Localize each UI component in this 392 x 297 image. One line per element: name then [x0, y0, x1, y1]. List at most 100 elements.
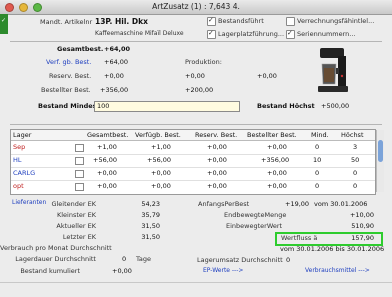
lagerumsatz-label: Lagerumsatz Durchschnitt	[197, 256, 283, 264]
row-lager: HL	[13, 156, 22, 164]
ep-werte-link[interactable]: EP-Werte --->	[203, 267, 243, 274]
bestand-mindest-label: Bestand Mindest	[38, 102, 100, 110]
row-gesamt: +1,00	[97, 143, 117, 151]
row-checkbox[interactable]	[75, 183, 84, 191]
bestellt-value: +356,00	[100, 86, 129, 94]
lagerumsatz-value: 0	[286, 256, 291, 264]
gesamtbestand-label: Gesamtbest.	[57, 45, 104, 53]
bestand-mindest-input[interactable]: 100	[94, 101, 240, 112]
row-lager: Sep	[13, 143, 26, 151]
row-reserv: +0,00	[207, 143, 227, 151]
reserviert-value: +0,00	[104, 72, 124, 80]
bestandsgefuhrt-label: Bestandsführt	[218, 17, 264, 25]
row-bestellt: +0,00	[267, 182, 287, 190]
table-scrollbar[interactable]	[376, 130, 384, 192]
row-reserv: +0,00	[207, 156, 227, 164]
row-hochst: 0	[353, 169, 358, 177]
row-bestellt: +0,00	[267, 169, 287, 177]
scrollbar-thumb[interactable]	[378, 140, 383, 162]
letzter-ek-label: Letzter EK	[62, 233, 96, 241]
bestand-hochst-value: +500,00	[321, 102, 350, 110]
bestandsgefuhrt-checkbox[interactable]	[207, 16, 216, 26]
row-verfugb: +56,00	[147, 156, 172, 164]
lager-table: Lager Gesamtbest. Verfügb. Best. Reserv.…	[10, 129, 376, 195]
lagerplatz-checkbox[interactable]	[207, 29, 216, 39]
seriennummern-label: Seriennummern...	[297, 30, 356, 38]
verrechnung-checkbox[interactable]	[286, 17, 295, 26]
row-verfugb: +0,00	[151, 182, 171, 190]
lagerdauer-label: Lagerdauer Durchschnitt	[15, 255, 96, 263]
bestellt-label: Bestellter Best.	[41, 86, 91, 94]
col-header-lager[interactable]: Lager	[13, 131, 31, 139]
verbrauch-label: Verbrauch pro Monat Durchschnitt	[0, 244, 112, 252]
app-window: ArtZusatz (1) : 7,643 4. Mandt. Artikeln…	[0, 0, 392, 297]
footer-divider	[0, 282, 392, 283]
row-mind: 0	[315, 182, 320, 190]
reserviert-produktion-value: +0,00	[185, 72, 205, 80]
endbewegte-menge-value: +10,00	[349, 211, 374, 219]
row-mind: 0	[315, 169, 320, 177]
anfangsbestand-date: vom 30.01.2006	[314, 200, 368, 208]
row-reserv: +0,00	[207, 182, 227, 190]
kleinster-ek-value: 35,79	[141, 211, 160, 219]
lagerdauer-unit: Tage	[136, 255, 152, 263]
bestellt-produktion-value: +200,00	[185, 86, 214, 94]
row-bestellt: +0,00	[267, 143, 287, 151]
wertfluss-value: 157,90	[351, 234, 374, 242]
product-image	[318, 48, 348, 92]
row-checkbox[interactable]	[75, 144, 84, 152]
col-header-bestellt[interactable]: Bestellter Best.	[247, 131, 297, 139]
row-lager: opt	[13, 182, 24, 190]
wertfluss-label: Wertfluss ä	[281, 234, 318, 242]
verrechnung-label: Verrechnungsfähintlel...	[297, 17, 375, 25]
letzter-ek-value: 31,50	[141, 233, 160, 241]
table-header: Lager Gesamtbest. Verfügb. Best. Reserv.…	[11, 130, 375, 141]
seriennummern-checkbox[interactable]	[286, 29, 295, 39]
col-header-verfugb[interactable]: Verfügb. Best.	[135, 131, 181, 139]
row-gesamt: +0,00	[97, 182, 117, 190]
anfangsbestand-label: AnfangsPerBest	[198, 200, 250, 208]
row-lager: CARLG	[13, 169, 36, 177]
reserviert-extra-value: +0,00	[257, 72, 277, 80]
table-row[interactable]: HL +56,00 +56,00 +0,00 +356,00 10 50	[11, 154, 375, 168]
verbrauchsmittel-link[interactable]: Verbrauchsmittel --->	[305, 267, 370, 274]
col-header-mind[interactable]: Mind.	[311, 131, 329, 139]
aktueller-ek-label: Aktueller EK	[56, 222, 96, 230]
article-number-value: 13P. Hil. Dkx	[95, 17, 148, 26]
row-reserv: +0,00	[207, 169, 227, 177]
col-header-gesamt[interactable]: Gesamtbest.	[87, 131, 128, 139]
bestand-kumuliert-label: Bestand kumuliert	[20, 267, 80, 275]
gesamtbestand-value: +64,00	[104, 45, 131, 53]
row-gesamt: +0,00	[97, 169, 117, 177]
einbewegter-wert-label: EinbewegterWert	[226, 222, 283, 230]
row-checkbox[interactable]	[75, 157, 84, 165]
article-number-label: Mandt. Artikelnr	[40, 18, 93, 26]
col-header-reserv[interactable]: Reserv. Best.	[195, 131, 237, 139]
row-hochst: 0	[353, 182, 358, 190]
bestand-kumuliert-value: +0,00	[112, 267, 132, 275]
row-mind: 0	[315, 143, 320, 151]
stock-divider	[10, 124, 382, 125]
row-bestellt: +356,00	[261, 156, 290, 164]
row-hochst: 50	[351, 156, 360, 164]
lagerdauer-value: 0	[122, 255, 127, 263]
table-row[interactable]: opt +0,00 +0,00 +0,00 +0,00 0 0	[11, 180, 375, 193]
table-row[interactable]: CARLG +0,00 +0,00 +0,00 +0,00 0 0	[11, 167, 375, 181]
title-bar: ArtZusatz (1) : 7,643 4.	[0, 0, 392, 15]
row-checkbox[interactable]	[75, 170, 84, 178]
row-gesamt: +56,00	[93, 156, 118, 164]
gleitender-ek-label: Gleitender EK	[51, 200, 96, 208]
bestand-mindest-value: 100	[97, 102, 110, 110]
verfugbar-label: Verf. gb. Best.	[46, 58, 92, 66]
article-description: Kaffeemaschine Mifaïl Deluxe	[95, 30, 184, 37]
row-verfugb: +1,00	[151, 143, 171, 151]
produktion-label: Produktion:	[185, 58, 222, 66]
einbewegter-wert-value: 510,90	[351, 222, 374, 230]
date-range: vom 30.01.2006 bis 30.01.2006	[280, 245, 385, 253]
verfugbar-value: +64,00	[104, 58, 129, 66]
col-header-hochst[interactable]: Höchst	[341, 131, 364, 139]
window-title: ArtZusatz (1) : 7,643 4.	[152, 2, 240, 11]
row-verfugb: +0,00	[151, 169, 171, 177]
lagerplatz-label: Lagerplatzführung...	[218, 30, 285, 38]
table-row[interactable]: Sep +1,00 +1,00 +0,00 +0,00 0 3	[11, 141, 375, 155]
